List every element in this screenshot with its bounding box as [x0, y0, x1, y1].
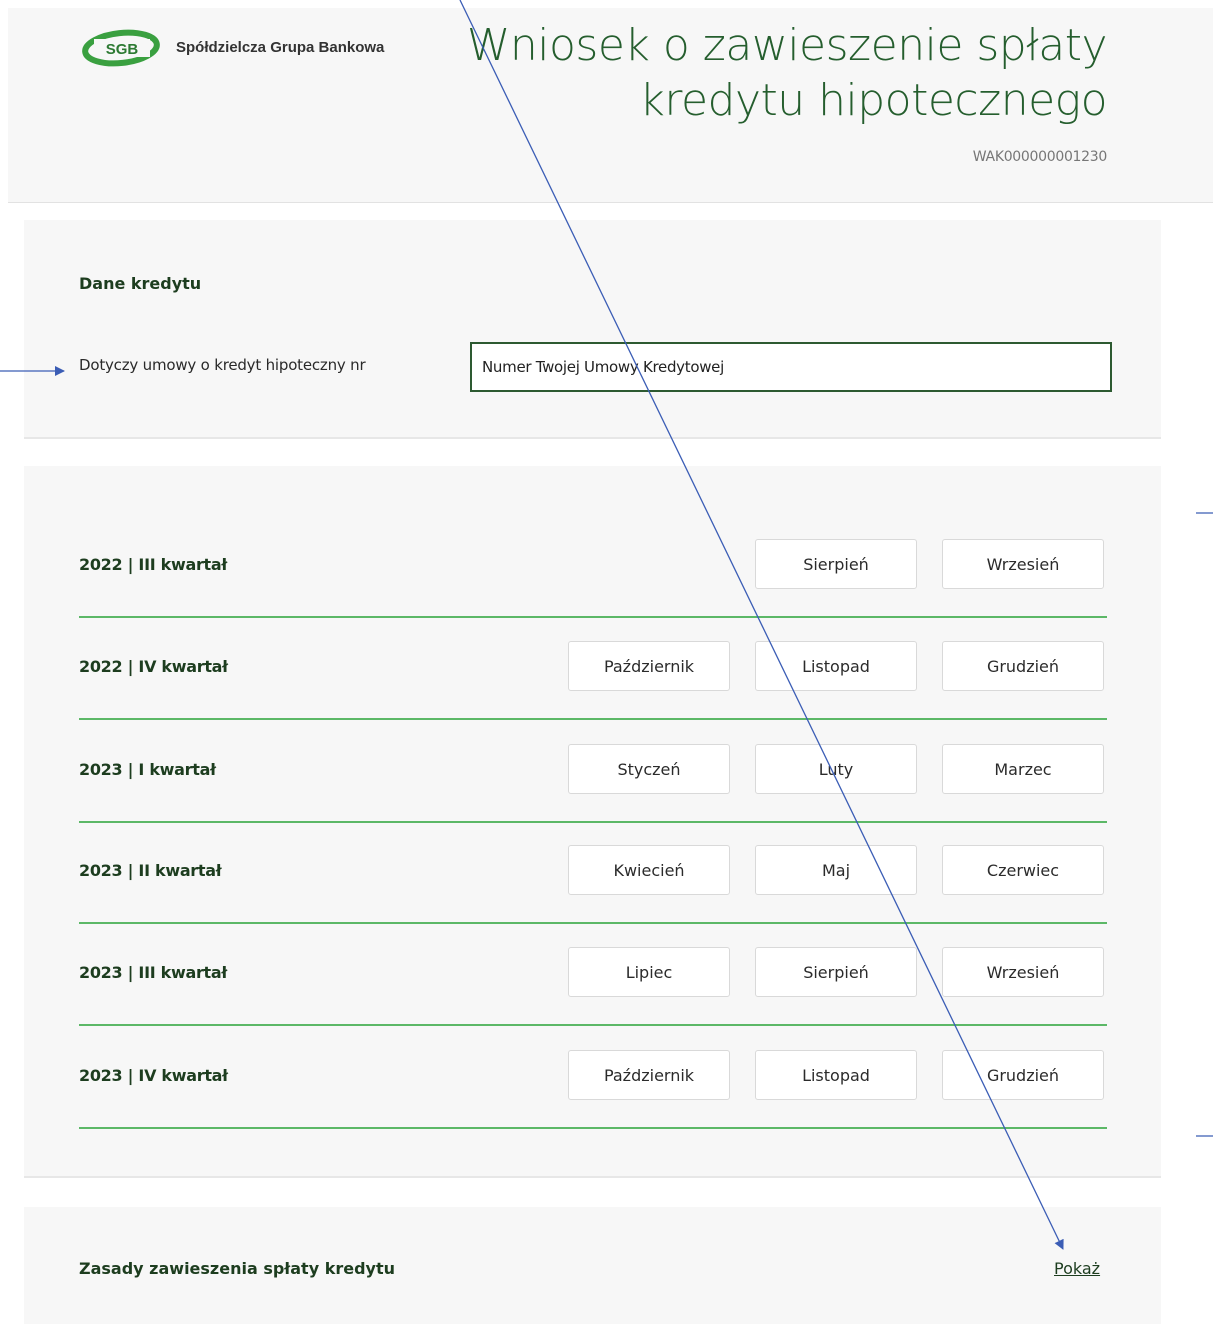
quarter-row: 2022 | III kwartał Sierpień Wrzesień: [79, 515, 1107, 618]
logo-badge-text: SGB: [106, 41, 139, 58]
show-rules-link[interactable]: Pokaż: [1054, 1259, 1100, 1278]
month-button[interactable]: Grudzień: [942, 641, 1104, 691]
quarter-row: 2023 | II kwartał Kwiecień Maj Czerwiec: [79, 821, 1107, 924]
quarter-row: 2023 | III kwartał Lipiec Sierpień Wrzes…: [79, 923, 1107, 1026]
month-button[interactable]: Październik: [568, 641, 730, 691]
month-button[interactable]: Maj: [755, 845, 917, 895]
month-button[interactable]: Sierpień: [755, 947, 917, 997]
sgb-logo[interactable]: SGB Spółdzielcza Grupa Bankowa: [80, 29, 430, 69]
month-button[interactable]: Luty: [755, 744, 917, 794]
contract-number-input[interactable]: [470, 342, 1112, 392]
page-title-line2: kredytu hipotecznego: [639, 75, 1107, 126]
quarter-label: 2023 | II kwartał: [79, 861, 222, 880]
sgb-logo-icon: SGB: [82, 29, 160, 67]
quarter-label: 2023 | III kwartał: [79, 963, 228, 982]
bank-name: Spółdzielcza Grupa Bankowa: [176, 39, 385, 56]
month-button[interactable]: Czerwiec: [942, 845, 1104, 895]
month-button[interactable]: Listopad: [755, 1050, 917, 1100]
month-button[interactable]: Grudzień: [942, 1050, 1104, 1100]
contract-number-label: Dotyczy umowy o kredyt hipoteczny nr: [79, 356, 366, 374]
quarter-label: 2022 | IV kwartał: [79, 657, 228, 676]
month-button[interactable]: Październik: [568, 1050, 730, 1100]
quarter-row: 2023 | IV kwartał Październik Listopad G…: [79, 1026, 1107, 1129]
application-reference-number: WAK000000001230: [972, 149, 1108, 165]
quarter-row: 2023 | I kwartał Styczeń Luty Marzec: [79, 720, 1107, 823]
month-button[interactable]: Sierpień: [755, 539, 917, 589]
page-title: Wniosek o zawieszenie spłaty kredytu hip…: [466, 18, 1108, 128]
quarter-label: 2023 | I kwartał: [79, 760, 216, 779]
month-button[interactable]: Lipiec: [568, 947, 730, 997]
credit-data-section: Dane kredytu Dotyczy umowy o kredyt hipo…: [24, 220, 1161, 439]
quarter-row: 2022 | IV kwartał Październik Listopad G…: [79, 617, 1107, 720]
month-button[interactable]: Wrzesień: [942, 947, 1104, 997]
month-button[interactable]: Styczeń: [568, 744, 730, 794]
credit-section-title: Dane kredytu: [79, 274, 202, 293]
month-button[interactable]: Marzec: [942, 744, 1104, 794]
rules-section: Zasady zawieszenia spłaty kredytu Pokaż: [24, 1207, 1161, 1324]
quarter-label: 2023 | IV kwartał: [79, 1066, 228, 1085]
month-button[interactable]: Kwiecień: [568, 845, 730, 895]
month-button[interactable]: Wrzesień: [942, 539, 1104, 589]
quarters-section: 2022 | III kwartał Sierpień Wrzesień 202…: [24, 466, 1161, 1178]
month-button[interactable]: Listopad: [755, 641, 917, 691]
quarter-label: 2022 | III kwartał: [79, 555, 228, 574]
rules-section-title: Zasady zawieszenia spłaty kredytu: [79, 1259, 395, 1278]
page-header: SGB Spółdzielcza Grupa Bankowa Wniosek o…: [8, 8, 1213, 203]
page-title-line1: Wniosek o zawieszenie spłaty: [466, 20, 1108, 71]
